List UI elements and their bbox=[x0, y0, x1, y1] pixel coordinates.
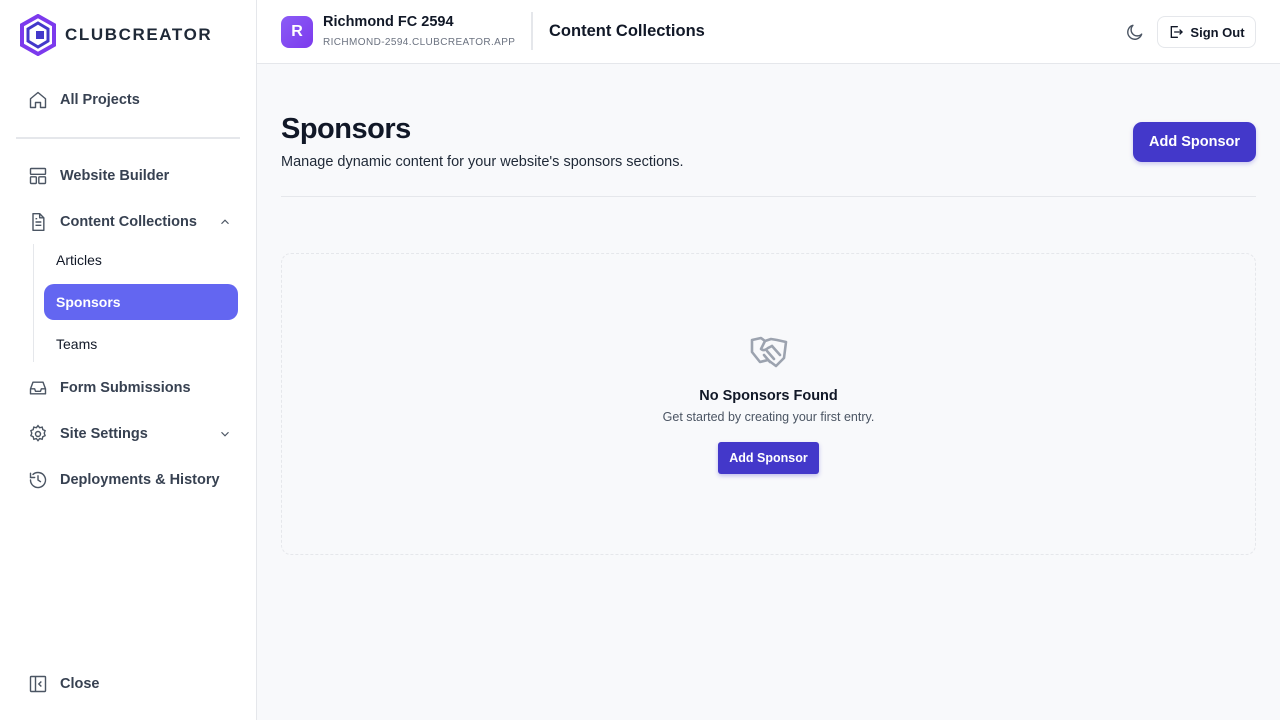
header-section-title: Content Collections bbox=[549, 22, 705, 40]
sidebar-item-label: All Projects bbox=[60, 92, 140, 108]
collapse-sidebar-icon bbox=[28, 674, 48, 694]
sidebar-subitem-sponsors[interactable]: Sponsors bbox=[44, 284, 238, 320]
sidebar-item-website-builder[interactable]: Website Builder bbox=[16, 156, 240, 196]
header-separator bbox=[531, 12, 533, 50]
sidebar-divider bbox=[16, 137, 240, 139]
sign-out-icon bbox=[1171, 26, 1184, 38]
logo[interactable]: CLUBCREATOR bbox=[19, 14, 212, 56]
sidebar-subitem-teams[interactable]: Teams bbox=[44, 326, 238, 362]
layout-icon bbox=[28, 166, 48, 186]
clubcreator-logo-icon bbox=[20, 14, 56, 56]
empty-state-panel bbox=[281, 253, 1256, 555]
sidebar-subitem-articles[interactable]: Articles bbox=[44, 242, 238, 278]
empty-state-subtitle: Get started by creating your first entry… bbox=[662, 410, 875, 424]
project-avatar[interactable]: R bbox=[281, 16, 313, 48]
sidebar: CLUBCREATOR All Projects Website Builder… bbox=[0, 0, 257, 720]
close-label: Close bbox=[60, 676, 100, 692]
chevron-up-icon[interactable] bbox=[218, 215, 232, 229]
project-name: Richmond FC 2594 bbox=[323, 14, 454, 30]
moon-icon[interactable] bbox=[1125, 22, 1145, 42]
project-url: RICHMOND-2594.CLUBCREATOR.APP bbox=[323, 37, 516, 48]
page-title: Sponsors bbox=[281, 113, 411, 145]
sign-out-label: Sign Out bbox=[1190, 24, 1245, 40]
sidebar-item-label: Deployments & History bbox=[60, 472, 220, 488]
sidebar-close-button[interactable]: Close bbox=[16, 664, 240, 704]
sidebar-item-label: Content Collections bbox=[60, 214, 197, 230]
handshake-icon bbox=[749, 334, 789, 372]
chevron-down-icon[interactable] bbox=[218, 427, 232, 441]
sidebar-item-label: Site Settings bbox=[60, 426, 148, 442]
sidebar-item-content-collections[interactable]: Content Collections bbox=[16, 202, 240, 242]
sidebar-item-label: Website Builder bbox=[60, 168, 170, 184]
page-subtitle: Manage dynamic content for your website'… bbox=[281, 154, 684, 170]
empty-state-title: No Sponsors Found bbox=[699, 388, 838, 404]
sign-out-button[interactable]: Sign Out bbox=[1157, 16, 1256, 48]
gear-icon bbox=[28, 424, 48, 444]
sidebar-item-deployments-history[interactable]: Deployments & History bbox=[16, 460, 240, 500]
main-divider bbox=[281, 196, 1256, 197]
sidebar-item-all-projects[interactable]: All Projects bbox=[16, 80, 240, 120]
history-icon bbox=[28, 470, 48, 490]
add-sponsor-button[interactable]: Add Sponsor bbox=[1133, 122, 1256, 162]
logo-text: CLUBCREATOR bbox=[65, 25, 213, 44]
empty-state-add-sponsor-button[interactable]: Add Sponsor bbox=[718, 442, 819, 474]
top-header: R Richmond FC 2594 RICHMOND-2594.CLUBCRE… bbox=[257, 0, 1280, 64]
document-icon bbox=[28, 212, 48, 232]
submenu-line bbox=[33, 244, 34, 362]
home-icon bbox=[28, 90, 48, 110]
